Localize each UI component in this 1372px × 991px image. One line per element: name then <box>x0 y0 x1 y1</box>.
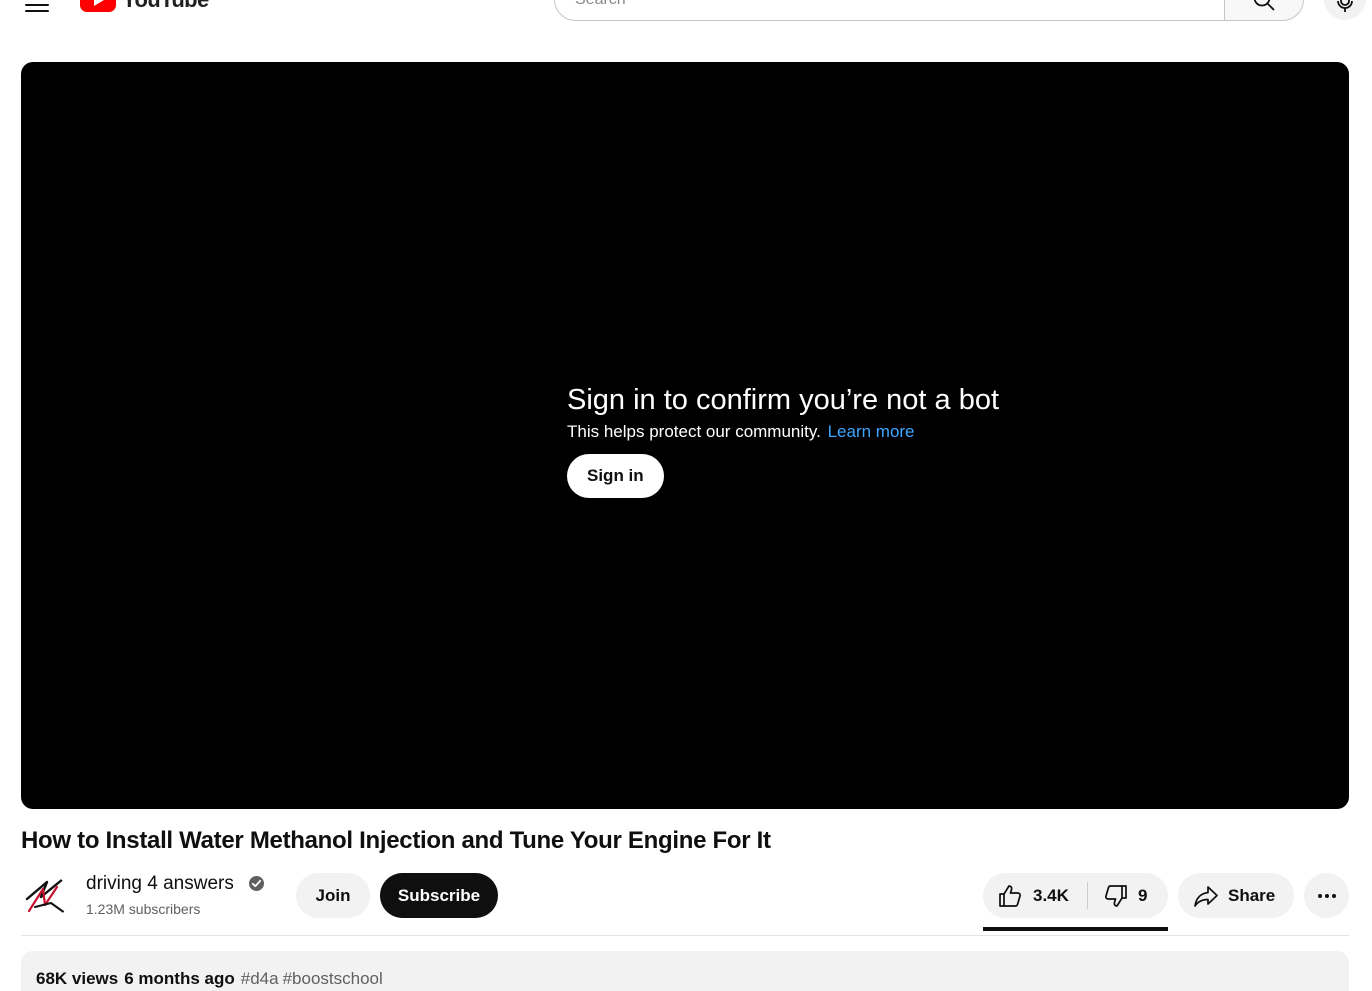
dislike-count: 9 <box>1138 886 1148 905</box>
description-meta: 68K views 6 months ago #d4a #boostschool <box>36 968 387 990</box>
bot-check-title: Sign in to confirm you’re not a bot <box>567 384 1000 416</box>
learn-more-link[interactable]: Learn more <box>828 422 915 441</box>
guide-menu-icon[interactable] <box>20 0 54 14</box>
share-button[interactable]: Share <box>1178 873 1294 918</box>
description-box[interactable]: 68K views 6 months ago #d4a #boostschool <box>21 951 1349 991</box>
verified-badge-icon <box>249 876 264 891</box>
thumbs-up-icon <box>999 885 1021 907</box>
like-count: 3.4K <box>1033 886 1069 905</box>
voice-search-button[interactable] <box>1324 0 1366 20</box>
upload-date: 6 months ago <box>124 969 235 988</box>
video-player[interactable]: Sign in to confirm you’re not a bot This… <box>21 62 1349 809</box>
bot-check-subtitle: This helps protect our community. Learn … <box>567 420 999 444</box>
channel-logo-icon <box>25 877 66 914</box>
logo-text: YouTube <box>122 0 209 14</box>
like-dislike-group: 3.4K 9 <box>983 873 1168 918</box>
channel-name[interactable]: driving 4 answers <box>86 872 234 896</box>
like-underline <box>983 927 1168 931</box>
subscriber-count: 1.23M subscribers <box>86 901 201 917</box>
masthead: YouTube <box>0 0 1372 40</box>
row-divider <box>21 935 1349 936</box>
join-button[interactable]: Join <box>296 873 370 918</box>
more-dot-icon <box>1318 894 1322 898</box>
hashtag-link[interactable]: #boostschool <box>283 969 383 988</box>
sign-in-button[interactable]: Sign in <box>567 454 664 498</box>
microphone-icon <box>1337 0 1353 12</box>
bot-check-subtitle-text: This helps protect our community. <box>567 422 821 441</box>
search-box <box>554 0 1226 21</box>
bot-check-overlay: Sign in to confirm you’re not a bot This… <box>567 380 999 498</box>
youtube-play-icon <box>80 0 116 12</box>
youtube-logo[interactable]: YouTube <box>80 0 209 14</box>
subscribe-button[interactable]: Subscribe <box>380 873 498 918</box>
view-count: 68K views <box>36 969 119 988</box>
share-label: Share <box>1228 886 1276 905</box>
dislike-button[interactable]: 9 <box>1088 873 1168 918</box>
search-button[interactable] <box>1224 0 1304 21</box>
video-title: How to Install Water Methanol Injection … <box>21 827 771 854</box>
like-button[interactable]: 3.4K <box>983 873 1087 918</box>
search-input[interactable] <box>575 0 1226 9</box>
more-actions-button[interactable] <box>1304 873 1349 918</box>
more-dot-icon <box>1325 894 1329 898</box>
hashtag-link[interactable]: #d4a <box>241 969 279 988</box>
search-icon <box>1253 0 1275 11</box>
thumbs-down-icon <box>1105 885 1127 907</box>
share-icon <box>1194 886 1218 907</box>
more-dot-icon <box>1332 894 1336 898</box>
channel-avatar[interactable] <box>21 873 69 921</box>
